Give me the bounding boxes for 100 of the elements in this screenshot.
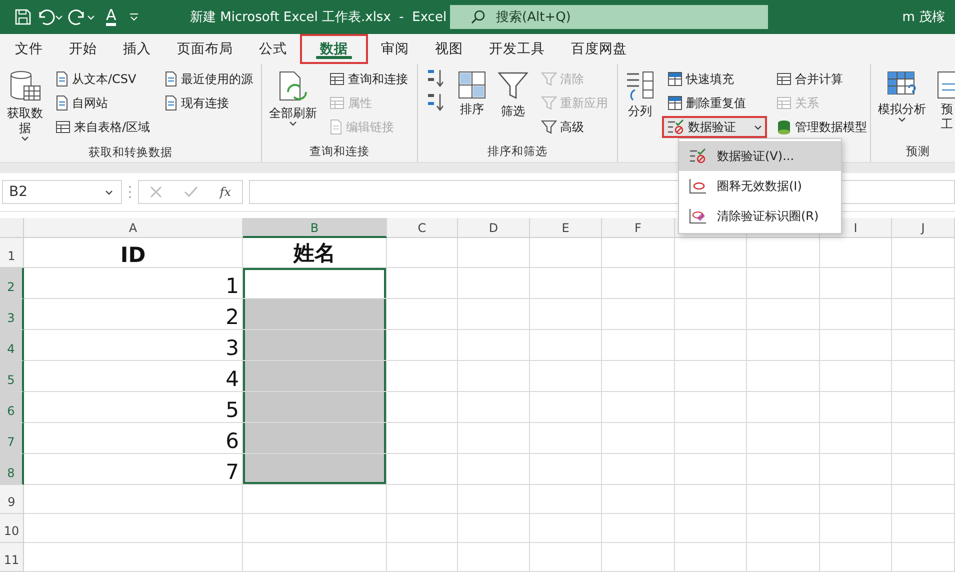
- row-header[interactable]: 2: [0, 268, 24, 299]
- ribbon-button[interactable]: 全部刷新: [266, 68, 320, 142]
- table-cell[interactable]: [387, 392, 458, 423]
- table-cell[interactable]: [530, 485, 602, 514]
- table-cell[interactable]: [820, 361, 892, 392]
- table-cell[interactable]: [530, 330, 602, 361]
- ribbon-button[interactable]: 最近使用的源: [159, 68, 258, 90]
- table-cell[interactable]: [820, 238, 892, 268]
- table-cell[interactable]: [820, 330, 892, 361]
- table-cell[interactable]: [387, 299, 458, 330]
- table-cell[interactable]: [530, 454, 602, 485]
- table-cell[interactable]: [24, 514, 243, 543]
- column-header[interactable]: C: [387, 218, 458, 238]
- row-header[interactable]: 10: [0, 514, 24, 543]
- table-cell[interactable]: [675, 423, 747, 454]
- menu-item[interactable]: 数据验证(V)...: [679, 141, 841, 171]
- table-cell[interactable]: ID: [24, 238, 243, 268]
- ribbon-button[interactable]: 排序: [454, 68, 490, 142]
- table-cell[interactable]: [892, 268, 955, 299]
- table-cell[interactable]: [458, 268, 530, 299]
- table-cell[interactable]: [675, 238, 747, 268]
- table-cell[interactable]: [387, 485, 458, 514]
- table-cell[interactable]: [602, 454, 675, 485]
- table-cell[interactable]: [675, 514, 747, 543]
- table-cell[interactable]: [602, 392, 675, 423]
- table-cell[interactable]: [387, 543, 458, 572]
- table-cell[interactable]: [458, 543, 530, 572]
- row-header[interactable]: 3: [0, 299, 24, 330]
- table-cell[interactable]: [675, 485, 747, 514]
- table-cell[interactable]: [458, 330, 530, 361]
- table-cell[interactable]: [675, 361, 747, 392]
- ribbon-tab[interactable]: 文件: [2, 34, 56, 64]
- table-cell[interactable]: [747, 514, 820, 543]
- search-field[interactable]: 搜索(Alt+Q): [450, 5, 768, 29]
- table-cell[interactable]: [747, 485, 820, 514]
- table-cell[interactable]: [892, 423, 955, 454]
- ribbon-button[interactable]: 删除重复值: [662, 92, 767, 114]
- ribbon-button[interactable]: 现有连接: [159, 92, 258, 114]
- table-cell[interactable]: [530, 238, 602, 268]
- ribbon-button[interactable]: 快速填充: [662, 68, 767, 90]
- table-cell[interactable]: [530, 361, 602, 392]
- row-header[interactable]: 8: [0, 454, 24, 485]
- row-header[interactable]: 4: [0, 330, 24, 361]
- table-cell[interactable]: [602, 514, 675, 543]
- ribbon-tab[interactable]: 视图: [422, 34, 476, 64]
- table-cell[interactable]: [747, 361, 820, 392]
- ribbon-button[interactable]: 筛选: [494, 68, 532, 142]
- table-cell[interactable]: [820, 543, 892, 572]
- table-cell[interactable]: [243, 330, 387, 361]
- ribbon-button[interactable]: 从文本/CSV: [50, 68, 156, 90]
- ribbon-tab[interactable]: 审阅: [368, 34, 422, 64]
- table-cell[interactable]: [387, 238, 458, 268]
- table-cell[interactable]: [24, 485, 243, 514]
- table-cell[interactable]: [530, 543, 602, 572]
- table-cell[interactable]: [602, 238, 675, 268]
- table-cell[interactable]: [243, 514, 387, 543]
- table-cell[interactable]: [387, 514, 458, 543]
- column-header[interactable]: F: [602, 218, 675, 238]
- table-cell[interactable]: [458, 454, 530, 485]
- table-cell[interactable]: [892, 454, 955, 485]
- row-header[interactable]: 11: [0, 543, 24, 572]
- ribbon-button[interactable]: 数据验证: [662, 116, 767, 138]
- row-header[interactable]: 9: [0, 485, 24, 514]
- row-header[interactable]: 1: [0, 238, 24, 268]
- table-cell[interactable]: [747, 268, 820, 299]
- column-header[interactable]: D: [458, 218, 530, 238]
- table-cell[interactable]: [243, 543, 387, 572]
- table-cell[interactable]: [387, 268, 458, 299]
- column-header[interactable]: B: [243, 218, 387, 238]
- table-cell[interactable]: [243, 392, 387, 423]
- column-header[interactable]: J: [892, 218, 955, 238]
- table-cell[interactable]: [602, 543, 675, 572]
- table-cell[interactable]: [530, 514, 602, 543]
- column-header[interactable]: A: [24, 218, 243, 238]
- table-cell[interactable]: [747, 238, 820, 268]
- table-cell[interactable]: [530, 299, 602, 330]
- table-cell[interactable]: [820, 299, 892, 330]
- table-cell[interactable]: [820, 423, 892, 454]
- table-cell[interactable]: [602, 299, 675, 330]
- table-cell[interactable]: [747, 299, 820, 330]
- save-icon[interactable]: [14, 8, 32, 26]
- table-cell[interactable]: [675, 454, 747, 485]
- table-cell[interactable]: [892, 361, 955, 392]
- table-cell[interactable]: [458, 514, 530, 543]
- select-all-corner[interactable]: [0, 218, 24, 238]
- column-header[interactable]: E: [530, 218, 602, 238]
- table-cell[interactable]: [602, 361, 675, 392]
- table-cell[interactable]: [747, 543, 820, 572]
- table-cell[interactable]: [602, 330, 675, 361]
- table-cell[interactable]: [820, 392, 892, 423]
- table-cell[interactable]: [675, 268, 747, 299]
- table-cell[interactable]: [820, 485, 892, 514]
- ribbon-tab[interactable]: 公式: [246, 34, 300, 64]
- table-cell[interactable]: [892, 543, 955, 572]
- insert-function-button[interactable]: fx: [220, 185, 232, 199]
- table-cell[interactable]: [458, 238, 530, 268]
- row-header[interactable]: 5: [0, 361, 24, 392]
- ribbon-button[interactable]: 查询和连接: [324, 68, 413, 90]
- table-cell[interactable]: [458, 485, 530, 514]
- table-cell[interactable]: [243, 423, 387, 454]
